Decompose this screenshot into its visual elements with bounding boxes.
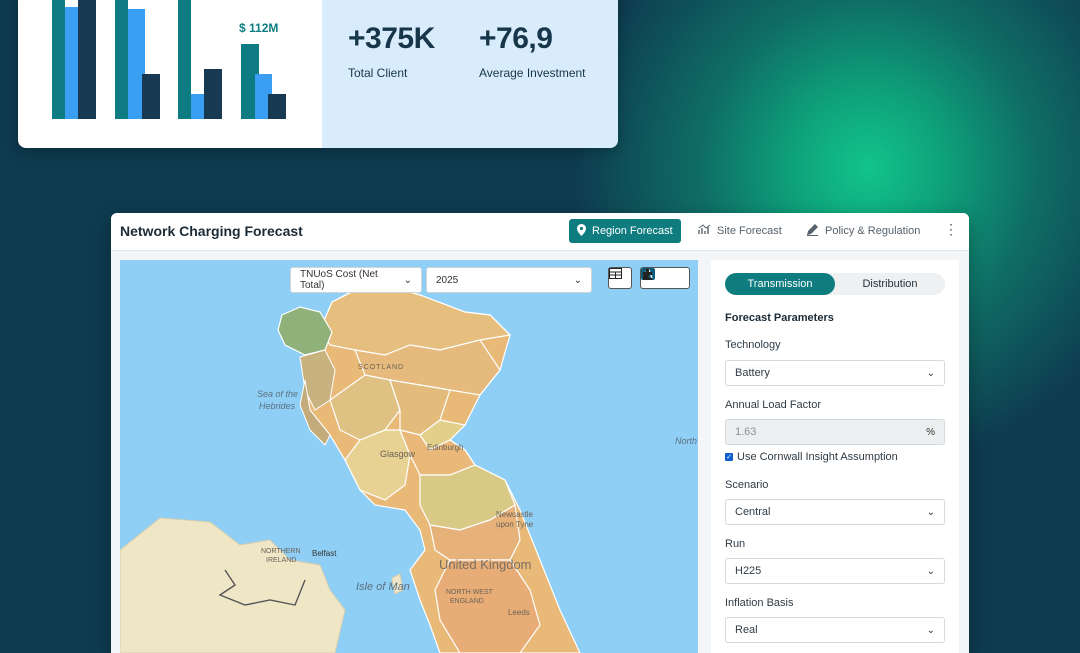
page-title: Network Charging Forecast [120, 223, 303, 239]
checkbox-label: Use Cornwall Insight Assumption [737, 451, 898, 463]
bar [65, 7, 78, 119]
chevron-down-icon: ⌄ [573, 274, 582, 286]
pencil-icon [806, 223, 819, 239]
map-label: upon Tyne [496, 520, 534, 529]
map-label: ENGLAND [450, 598, 484, 605]
app-header: Network Charging Forecast Region Forecas… [111, 213, 969, 251]
stats-panel: +375K Total Client +76,9 Average Investm… [322, 0, 618, 148]
tab-policy-regulation[interactable]: Policy & Regulation [806, 219, 920, 243]
tab-distribution[interactable]: Distribution [835, 273, 945, 295]
stat-value: +76,9 [479, 22, 553, 55]
map-label: Sea of the [257, 389, 299, 399]
app-window: Network Charging Forecast Region Forecas… [111, 213, 969, 653]
load-factor-value: 1.63 [735, 426, 757, 438]
tab-label: Region Forecast [592, 225, 673, 237]
bar-value-label: $ 112M [239, 21, 279, 35]
chevron-down-icon: ⌄ [403, 274, 412, 286]
percent-unit: % [926, 426, 935, 438]
run-select[interactable]: H225 ⌄ [725, 558, 945, 584]
map-label: Leeds [508, 608, 530, 617]
metric-select-value: TNUoS Cost (Net Total) [300, 269, 378, 291]
scenario-value: Central [735, 506, 771, 518]
tab-label: Site Forecast [717, 225, 782, 237]
scenario-select[interactable]: Central ⌄ [725, 499, 945, 525]
bar [178, 0, 191, 119]
chevron-down-icon: ⌄ [926, 565, 935, 577]
map-label: NORTH WEST [446, 589, 493, 596]
bar [115, 0, 128, 119]
stat-label: Average Investment [479, 66, 586, 80]
tab-transmission[interactable]: Transmission [725, 273, 835, 295]
map-label: Isle of Man [356, 581, 410, 593]
inflation-label: Inflation Basis [725, 597, 794, 609]
section-title: Forecast Parameters [725, 312, 834, 324]
map-pin-icon [577, 223, 586, 239]
table-view-button[interactable] [608, 267, 632, 289]
network-type-toggle: Transmission Distribution [725, 273, 945, 295]
chart-icon [698, 224, 711, 238]
forecast-parameters-panel: Transmission Distribution Forecast Param… [711, 260, 959, 653]
checkbox-checked-icon: ✓ [725, 453, 733, 461]
map-label: Hebrides [259, 401, 296, 411]
stats-card: $ 112M +375K Total Client +76,9 Average … [18, 0, 618, 148]
map-layer-toggle[interactable] [640, 267, 690, 289]
metric-select[interactable]: TNUoS Cost (Net Total) ⌄ [290, 267, 422, 293]
load-factor-label: Annual Load Factor [725, 399, 822, 411]
tab-site-forecast[interactable]: Site Forecast [698, 219, 782, 243]
kebab-icon[interactable]: ⋮ [944, 221, 958, 238]
map-label: IRELAND [266, 557, 297, 564]
technology-select[interactable]: Battery ⌄ [725, 360, 945, 386]
inflation-value: Real [735, 624, 758, 636]
chevron-down-icon: ⌄ [926, 506, 935, 518]
bar [142, 74, 160, 119]
stat-average-investment: +76,9 Average Investment [479, 22, 586, 80]
map-label: NORTHERN [261, 548, 301, 555]
run-label: Run [725, 538, 746, 550]
stat-label: Total Client [348, 66, 408, 80]
map-label: Belfast [312, 549, 337, 558]
map-label: Glasgow [380, 449, 416, 459]
stat-value: +375K [348, 22, 435, 55]
inflation-select[interactable]: Real ⌄ [725, 617, 945, 643]
region-map[interactable]: TNUoS Cost (Net Total) ⌄ 2025 ⌄ Sea of t… [120, 260, 698, 653]
year-select[interactable]: 2025 ⌄ [426, 267, 592, 293]
technology-value: Battery [735, 367, 770, 379]
run-value: H225 [735, 565, 762, 577]
tab-label: Policy & Regulation [825, 225, 921, 237]
bar [78, 0, 96, 119]
year-select-value: 2025 [436, 274, 459, 286]
tab-region-forecast[interactable]: Region Forecast [569, 219, 681, 243]
chevron-down-icon: ⌄ [926, 367, 935, 379]
map-label: Edinburgh [427, 443, 464, 452]
bar [204, 69, 222, 119]
bar [191, 94, 204, 119]
map-label: SCOTLAND [358, 364, 405, 371]
bar [268, 94, 286, 119]
chevron-down-icon: ⌄ [926, 624, 935, 636]
bar-chart: $ 112M [18, 0, 322, 148]
technology-label: Technology [725, 339, 781, 351]
scenario-label: Scenario [725, 479, 769, 491]
cornwall-assumption-checkbox[interactable]: ✓ Use Cornwall Insight Assumption [725, 451, 898, 463]
map-label: North [675, 436, 698, 446]
bar [52, 0, 65, 119]
load-factor-input[interactable]: 1.63 % [725, 419, 945, 445]
stat-total-client: +375K Total Client [348, 22, 435, 80]
map-label: United Kingdom [439, 557, 532, 572]
map-label: Newcastle [496, 510, 533, 519]
